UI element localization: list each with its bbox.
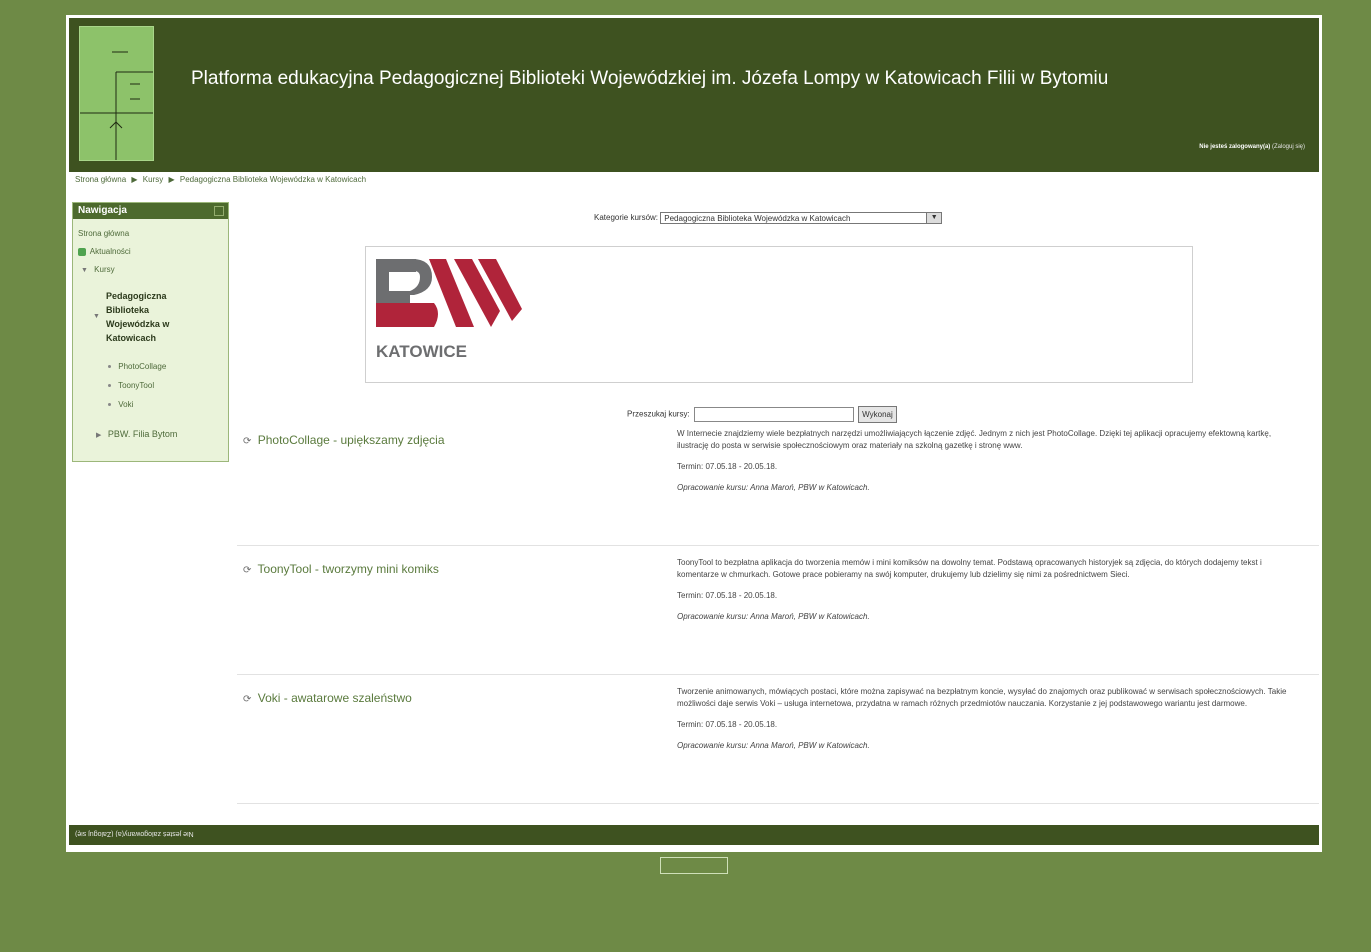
navigation-title: Nawigacja <box>78 205 127 216</box>
page-header: Platforma edukacyjna Pedagogicznej Bibli… <box>69 18 1319 172</box>
nav-item-branch[interactable]: ▶ PBW. Filia Bytom <box>96 429 177 439</box>
category-expanded-arrow-icon: ▼ <box>93 313 100 320</box>
course-icon: ⟳ <box>243 565 252 576</box>
bullet-icon <box>108 384 111 388</box>
header-login-info: Nie jesteś zalogowany(a) (Zaloguj się) <box>1199 144 1305 150</box>
nav-photocollage-label: PhotoCollage <box>118 362 167 371</box>
course-item-toonytool: ⟳ ToonyTool - tworzymy mini komiks Toony… <box>237 557 1319 675</box>
course-author: Opracowanie kursu: Anna Maroń, PBW w Kat… <box>677 741 870 750</box>
block-hide-icon[interactable] <box>214 206 224 216</box>
search-label: Przeszukaj kursy: <box>627 409 690 419</box>
site-logo[interactable] <box>79 26 154 161</box>
nav-item-category[interactable]: Pedagogiczna Biblioteka Wojewódzka w Kat… <box>106 289 191 345</box>
course-icon: ⟳ <box>243 694 252 705</box>
breadcrumb-category[interactable]: Pedagogiczna Biblioteka Wojewódzka w Kat… <box>180 175 366 184</box>
login-link[interactable]: (Zaloguj się) <box>1272 144 1305 150</box>
collapsed-arrow-icon: ▶ <box>96 432 102 439</box>
course-title-link[interactable]: ⟳ PhotoCollage - upiększamy zdjęcia <box>243 433 445 447</box>
nav-item-photocollage[interactable]: PhotoCollage <box>108 362 166 371</box>
course-title-link[interactable]: ⟳ Voki - awatarowe szaleństwo <box>243 691 412 705</box>
breadcrumb-home[interactable]: Strona główna <box>75 175 126 184</box>
breadcrumb-separator-icon: ▶ <box>131 175 138 184</box>
course-author: Opracowanie kursu: Anna Maroń, PBW w Kat… <box>677 612 870 621</box>
course-item-photocollage: ⟳ PhotoCollage - upiększamy zdjęcia W In… <box>237 428 1319 546</box>
navigation-body: Strona główna Aktualności ▼ Kursy ▼ Peda… <box>73 219 228 461</box>
breadcrumb-separator-icon: ▶ <box>168 175 175 184</box>
course-term: Termin: 07.05.18 - 20.05.18. <box>677 462 778 471</box>
nav-voki-label: Voki <box>118 400 134 409</box>
footer-login-info: Nie jesteś zalogowany(a) (Zaloguj się) <box>75 830 194 837</box>
course-item-voki: ⟳ Voki - awatarowe szaleństwo Tworzenie … <box>237 686 1319 804</box>
footer-login-status: Nie jesteś zalogowany(a) <box>115 830 194 837</box>
nav-item-toonytool[interactable]: ToonyTool <box>108 381 154 390</box>
pbw-logo-icon: KATOWICE <box>376 259 522 361</box>
category-selected-value: Pedagogiczna Biblioteka Wojewódzka w Kat… <box>664 214 851 223</box>
pbw-logo-city: KATOWICE <box>376 342 467 361</box>
moodle-logo-icon[interactable] <box>660 857 728 874</box>
course-summary: Tworzenie animowanych, mówiących postaci… <box>677 686 1302 761</box>
course-description: Tworzenie animowanych, mówiących postaci… <box>677 687 1287 708</box>
nav-news-label: Aktualności <box>89 247 131 256</box>
nav-home-label: Strona główna <box>78 229 130 238</box>
course-title: Voki - awatarowe szaleństwo <box>257 691 412 705</box>
course-summary: ToonyTool to bezpłatna aplikacja do twor… <box>677 557 1302 632</box>
nav-item-news[interactable]: Aktualności <box>78 247 131 256</box>
category-selector: Kategorie kursów: Pedagogiczna Bibliotek… <box>594 212 943 224</box>
course-title: ToonyTool - tworzymy mini komiks <box>257 562 439 576</box>
course-search: Przeszukaj kursy: Wykonaj <box>627 406 897 423</box>
bullet-icon <box>108 365 111 369</box>
nav-branch-label: PBW. Filia Bytom <box>107 429 178 439</box>
navigation-block: Nawigacja Strona główna Aktualności ▼ Ku… <box>72 202 229 462</box>
news-icon <box>78 247 86 256</box>
search-input[interactable] <box>693 407 854 422</box>
search-button[interactable]: Wykonaj <box>858 406 897 423</box>
category-dropdown[interactable]: Pedagogiczna Biblioteka Wojewódzka w Kat… <box>660 212 943 224</box>
page-container: Platforma edukacyjna Pedagogicznej Bibli… <box>66 15 1322 852</box>
course-icon: ⟳ <box>243 436 252 447</box>
course-title-link[interactable]: ⟳ ToonyTool - tworzymy mini komiks <box>243 562 439 576</box>
course-summary: W Internecie znajdziemy wiele bezpłatnyc… <box>677 428 1302 503</box>
category-banner: KATOWICE <box>365 246 1193 383</box>
breadcrumb: Strona główna ▶ Kursy ▶ Pedagogiczna Bib… <box>75 175 366 184</box>
nav-courses-label: Kursy <box>94 265 115 274</box>
nav-item-voki[interactable]: Voki <box>108 400 133 409</box>
course-title: PhotoCollage - upiększamy zdjęcia <box>257 433 445 447</box>
navigation-header: Nawigacja <box>73 203 228 219</box>
footer-login-link[interactable]: (Zaloguj się) <box>75 830 114 837</box>
course-term: Termin: 07.05.18 - 20.05.18. <box>677 591 778 600</box>
course-term: Termin: 07.05.18 - 20.05.18. <box>677 720 778 729</box>
breadcrumb-courses[interactable]: Kursy <box>143 175 163 184</box>
nav-item-courses[interactable]: ▼ Kursy <box>81 265 115 274</box>
course-author: Opracowanie kursu: Anna Maroń, PBW w Kat… <box>677 483 870 492</box>
site-title: Platforma edukacyjna Pedagogicznej Bibli… <box>191 68 1109 89</box>
course-description: W Internecie znajdziemy wiele bezpłatnyc… <box>677 429 1272 450</box>
nav-toonytool-label: ToonyTool <box>118 381 155 390</box>
page-footer: Nie jesteś zalogowany(a) (Zaloguj się) <box>69 825 1319 845</box>
expanded-arrow-icon: ▼ <box>81 267 88 274</box>
dropdown-arrow-icon: ▼ <box>926 213 942 223</box>
login-status: Nie jesteś zalogowany(a) <box>1199 144 1271 150</box>
nav-item-home[interactable]: Strona główna <box>78 229 129 238</box>
course-description: ToonyTool to bezpłatna aplikacja do twor… <box>677 558 1262 579</box>
bullet-icon <box>108 403 111 407</box>
category-label: Kategorie kursów: <box>594 213 659 223</box>
floorplan-logo-icon <box>80 51 153 160</box>
